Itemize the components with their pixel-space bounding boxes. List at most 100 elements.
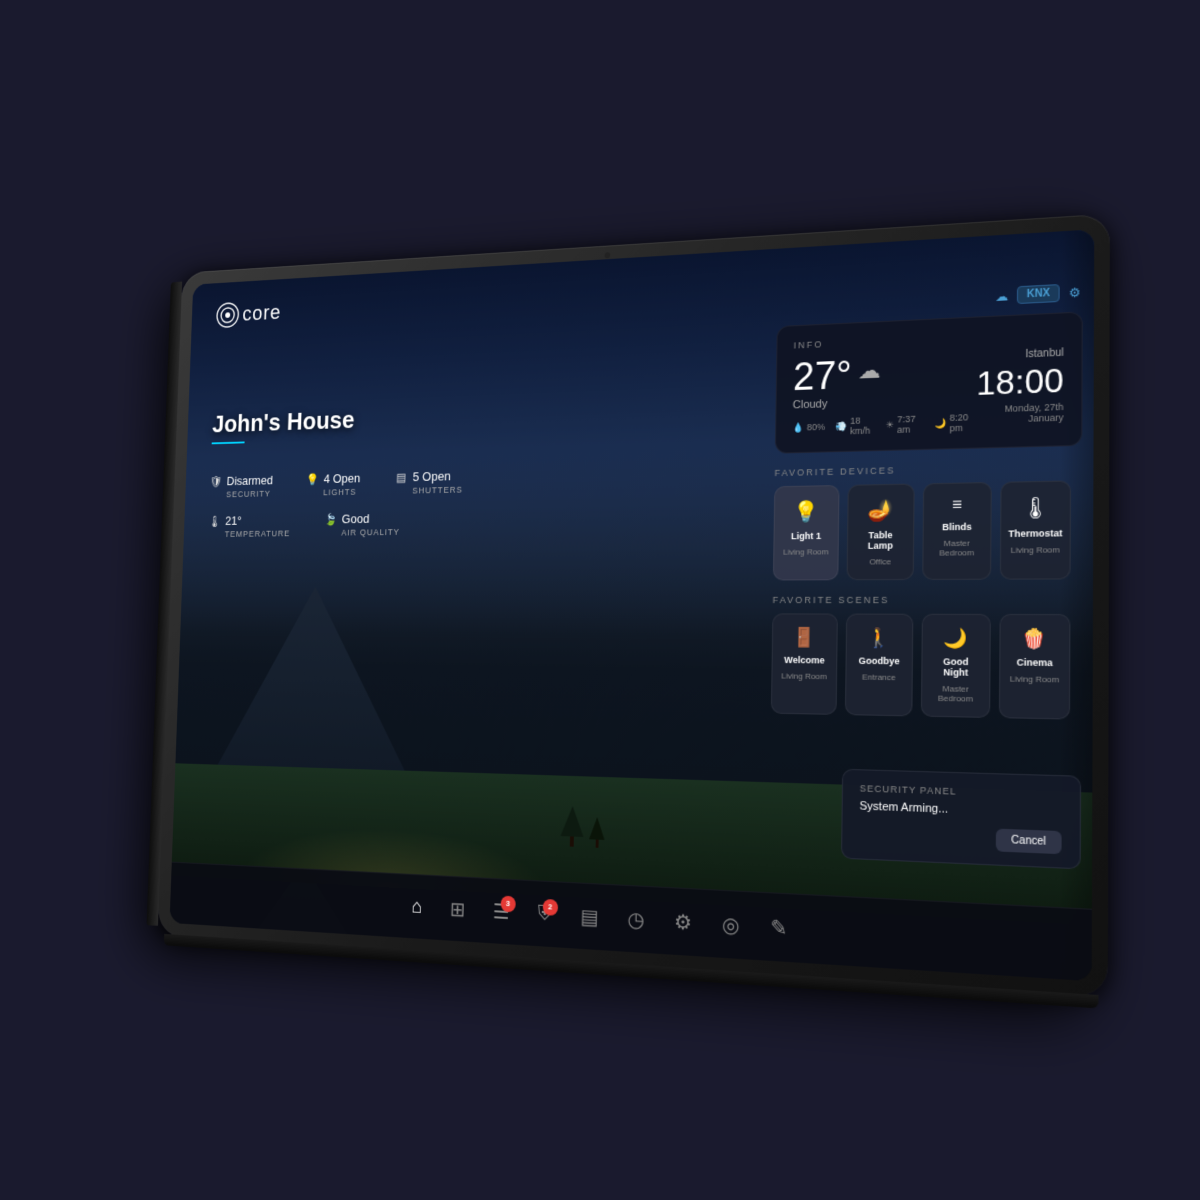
current-time: 18:00 bbox=[976, 363, 1064, 400]
humidity-value: 💧 80% bbox=[792, 417, 825, 438]
sunrise-value: ☀ 7:37 am bbox=[885, 413, 923, 435]
security-arming-text: System Arming... bbox=[859, 800, 1061, 820]
scene-card-cinema[interactable]: 🍿 Cinema Living Room bbox=[999, 614, 1071, 720]
settings-icon-small[interactable]: ⚙ bbox=[1069, 285, 1081, 300]
light1-name: Light 1 bbox=[791, 531, 821, 542]
goodbye-icon: 🚶 bbox=[867, 627, 891, 649]
security-value: Disarmed bbox=[226, 473, 273, 488]
security-panel-label: SECURITY PANEL bbox=[860, 783, 1062, 800]
scenes-icon: ▤ bbox=[580, 903, 599, 930]
house-name-section: John's House bbox=[212, 405, 355, 444]
bottom-navigation: ⌂ ⊞ ☰ 3 ⛨ 2 ▤ ◷ bbox=[170, 862, 1092, 982]
welcome-room: Living Room bbox=[781, 671, 827, 681]
nav-home[interactable]: ⌂ bbox=[411, 895, 423, 918]
screen: core John's House 🛡 Disarmed SECURITY bbox=[170, 229, 1095, 981]
air-quality-label: AIR QUALITY bbox=[341, 527, 400, 537]
goodbye-name: Goodbye bbox=[859, 655, 900, 666]
blinds-name: Blinds bbox=[942, 521, 972, 532]
lights-status[interactable]: 💡 4 Open LIGHTS bbox=[306, 471, 361, 498]
logo-icon bbox=[216, 302, 240, 329]
favorite-scenes-label: FAVORITE SCENES bbox=[773, 595, 1082, 606]
blinds-room: Master Bedroom bbox=[932, 538, 982, 557]
devices-badge: 3 bbox=[500, 895, 515, 912]
logo-text: core bbox=[242, 300, 282, 326]
device-card-blinds[interactable]: ≡ Blinds Master Bedroom bbox=[922, 482, 992, 580]
weather-right: Istanbul 18:00 Monday, 27th January bbox=[976, 347, 1064, 425]
security-status[interactable]: 🛡 Disarmed SECURITY bbox=[210, 473, 273, 499]
air-quality-status[interactable]: 🍃 Good AIR QUALITY bbox=[324, 511, 400, 538]
device-card-light1[interactable]: 💡 Light 1 Living Room bbox=[773, 485, 840, 580]
nav-targets[interactable]: ◎ bbox=[722, 911, 740, 938]
rooms-icon: ⊞ bbox=[450, 896, 466, 922]
goodbye-room: Entrance bbox=[862, 672, 896, 682]
light1-room: Living Room bbox=[783, 547, 829, 557]
security-badge: 2 bbox=[542, 898, 558, 915]
weather-meta: 💧 80% 💨 18 km/h ☀ 7:37 am 🌙 8:20 pm bbox=[792, 412, 976, 438]
weather-card: INFO 27° ☁ Cloudy 💧 80% 💨 18 km/h ☀ bbox=[775, 311, 1083, 453]
scene-card-welcome[interactable]: 🚪 Welcome Living Room bbox=[771, 613, 838, 715]
cinema-room: Living Room bbox=[1010, 674, 1059, 684]
welcome-icon: 🚪 bbox=[793, 627, 816, 649]
weather-main: 27° ☁ Cloudy 💧 80% 💨 18 km/h ☀ 7:37 am 🌙… bbox=[792, 347, 1064, 438]
nav-scenes[interactable]: ▤ bbox=[580, 903, 599, 930]
nav-clock[interactable]: ◷ bbox=[627, 906, 645, 933]
light1-icon: 💡 bbox=[794, 499, 820, 525]
nav-edit[interactable]: ✎ bbox=[770, 914, 788, 941]
welcome-name: Welcome bbox=[784, 655, 824, 666]
scene-card-goodnight[interactable]: 🌙 Good Night Master Bedroom bbox=[921, 614, 991, 718]
status-row-1: 🛡 Disarmed SECURITY 💡 4 Open LIGHTS bbox=[210, 468, 464, 499]
shutters-label: SHUTTERS bbox=[412, 485, 463, 496]
tree-2 bbox=[589, 817, 605, 848]
table-lamp-name: Table Lamp bbox=[856, 530, 904, 551]
status-row-2: 🌡 21° TEMPERATURE 🍃 Good AIR QUALITY bbox=[208, 510, 462, 539]
tablet-device: core John's House 🛡 Disarmed SECURITY bbox=[158, 213, 1110, 997]
weather-cloud-icon: ☁ bbox=[858, 357, 881, 385]
security-label: SECURITY bbox=[226, 489, 273, 499]
security-nav-icon: ⛨ bbox=[537, 902, 552, 926]
logo: core bbox=[216, 299, 282, 328]
blinds-icon: ≡ bbox=[952, 496, 962, 515]
favorite-devices-section: FAVORITE DEVICES 💡 Light 1 Living Room 🪔… bbox=[773, 461, 1082, 581]
nav-rooms[interactable]: ⊞ bbox=[450, 896, 466, 922]
tree-1 bbox=[560, 806, 584, 847]
device-card-table-lamp[interactable]: 🪔 Table Lamp Office bbox=[847, 484, 915, 581]
right-panel: ☁ KNX ⚙ INFO 27° ☁ bbox=[771, 283, 1083, 720]
weather-condition: Cloudy bbox=[793, 393, 977, 412]
shutters-status[interactable]: ▤ 5 Open SHUTTERS bbox=[395, 468, 464, 495]
temperature-value: 21° bbox=[225, 514, 242, 528]
wind-value: 💨 18 km/h bbox=[835, 415, 875, 437]
cancel-button[interactable]: Cancel bbox=[996, 829, 1062, 855]
nav-settings[interactable]: ⚙ bbox=[674, 909, 692, 936]
air-quality-icon: 🍃 bbox=[324, 512, 336, 525]
knx-label: KNX bbox=[1027, 288, 1050, 301]
cinema-icon: 🍿 bbox=[1022, 628, 1047, 651]
nav-security[interactable]: ⛨ 2 bbox=[537, 902, 552, 926]
security-notification: SECURITY PANEL System Arming... Cancel bbox=[841, 769, 1081, 870]
nav-devices[interactable]: ☰ 3 bbox=[493, 899, 510, 925]
air-quality-value: Good bbox=[342, 511, 370, 526]
targets-icon: ◎ bbox=[722, 911, 740, 938]
shutters-icon: ▤ bbox=[395, 470, 408, 484]
status-panel: 🛡 Disarmed SECURITY 💡 4 Open LIGHTS bbox=[208, 468, 463, 539]
goodnight-name: Good Night bbox=[931, 656, 981, 678]
tablet-shell: core John's House 🛡 Disarmed SECURITY bbox=[158, 213, 1110, 997]
temperature-status[interactable]: 🌡 21° TEMPERATURE bbox=[208, 513, 291, 539]
temperature-label: TEMPERATURE bbox=[225, 529, 291, 539]
scene-card-goodbye[interactable]: 🚶 Goodbye Entrance bbox=[845, 614, 913, 717]
table-lamp-icon: 🪔 bbox=[868, 497, 894, 523]
clock-icon: ◷ bbox=[627, 906, 645, 933]
knx-badge: KNX bbox=[1017, 284, 1060, 304]
camera-dot bbox=[605, 252, 611, 258]
temperature-icon: 🌡 bbox=[209, 514, 221, 527]
cloud-icon: ☁ bbox=[995, 288, 1008, 303]
device-card-thermostat[interactable]: 🌡 Thermostat Living Room bbox=[1000, 480, 1071, 579]
current-date: Monday, 27th January bbox=[976, 402, 1064, 426]
weather-info-label: INFO bbox=[793, 328, 1063, 350]
knx-bar: ☁ KNX ⚙ bbox=[777, 283, 1083, 316]
thermostat-icon: 🌡 bbox=[1021, 495, 1049, 522]
house-title: John's House bbox=[212, 405, 355, 439]
table-lamp-room: Office bbox=[869, 557, 891, 567]
cinema-name: Cinema bbox=[1017, 657, 1053, 668]
scenes-row: 🚪 Welcome Living Room 🚶 Goodbye Entrance… bbox=[771, 613, 1082, 719]
thermostat-room: Living Room bbox=[1011, 545, 1060, 555]
